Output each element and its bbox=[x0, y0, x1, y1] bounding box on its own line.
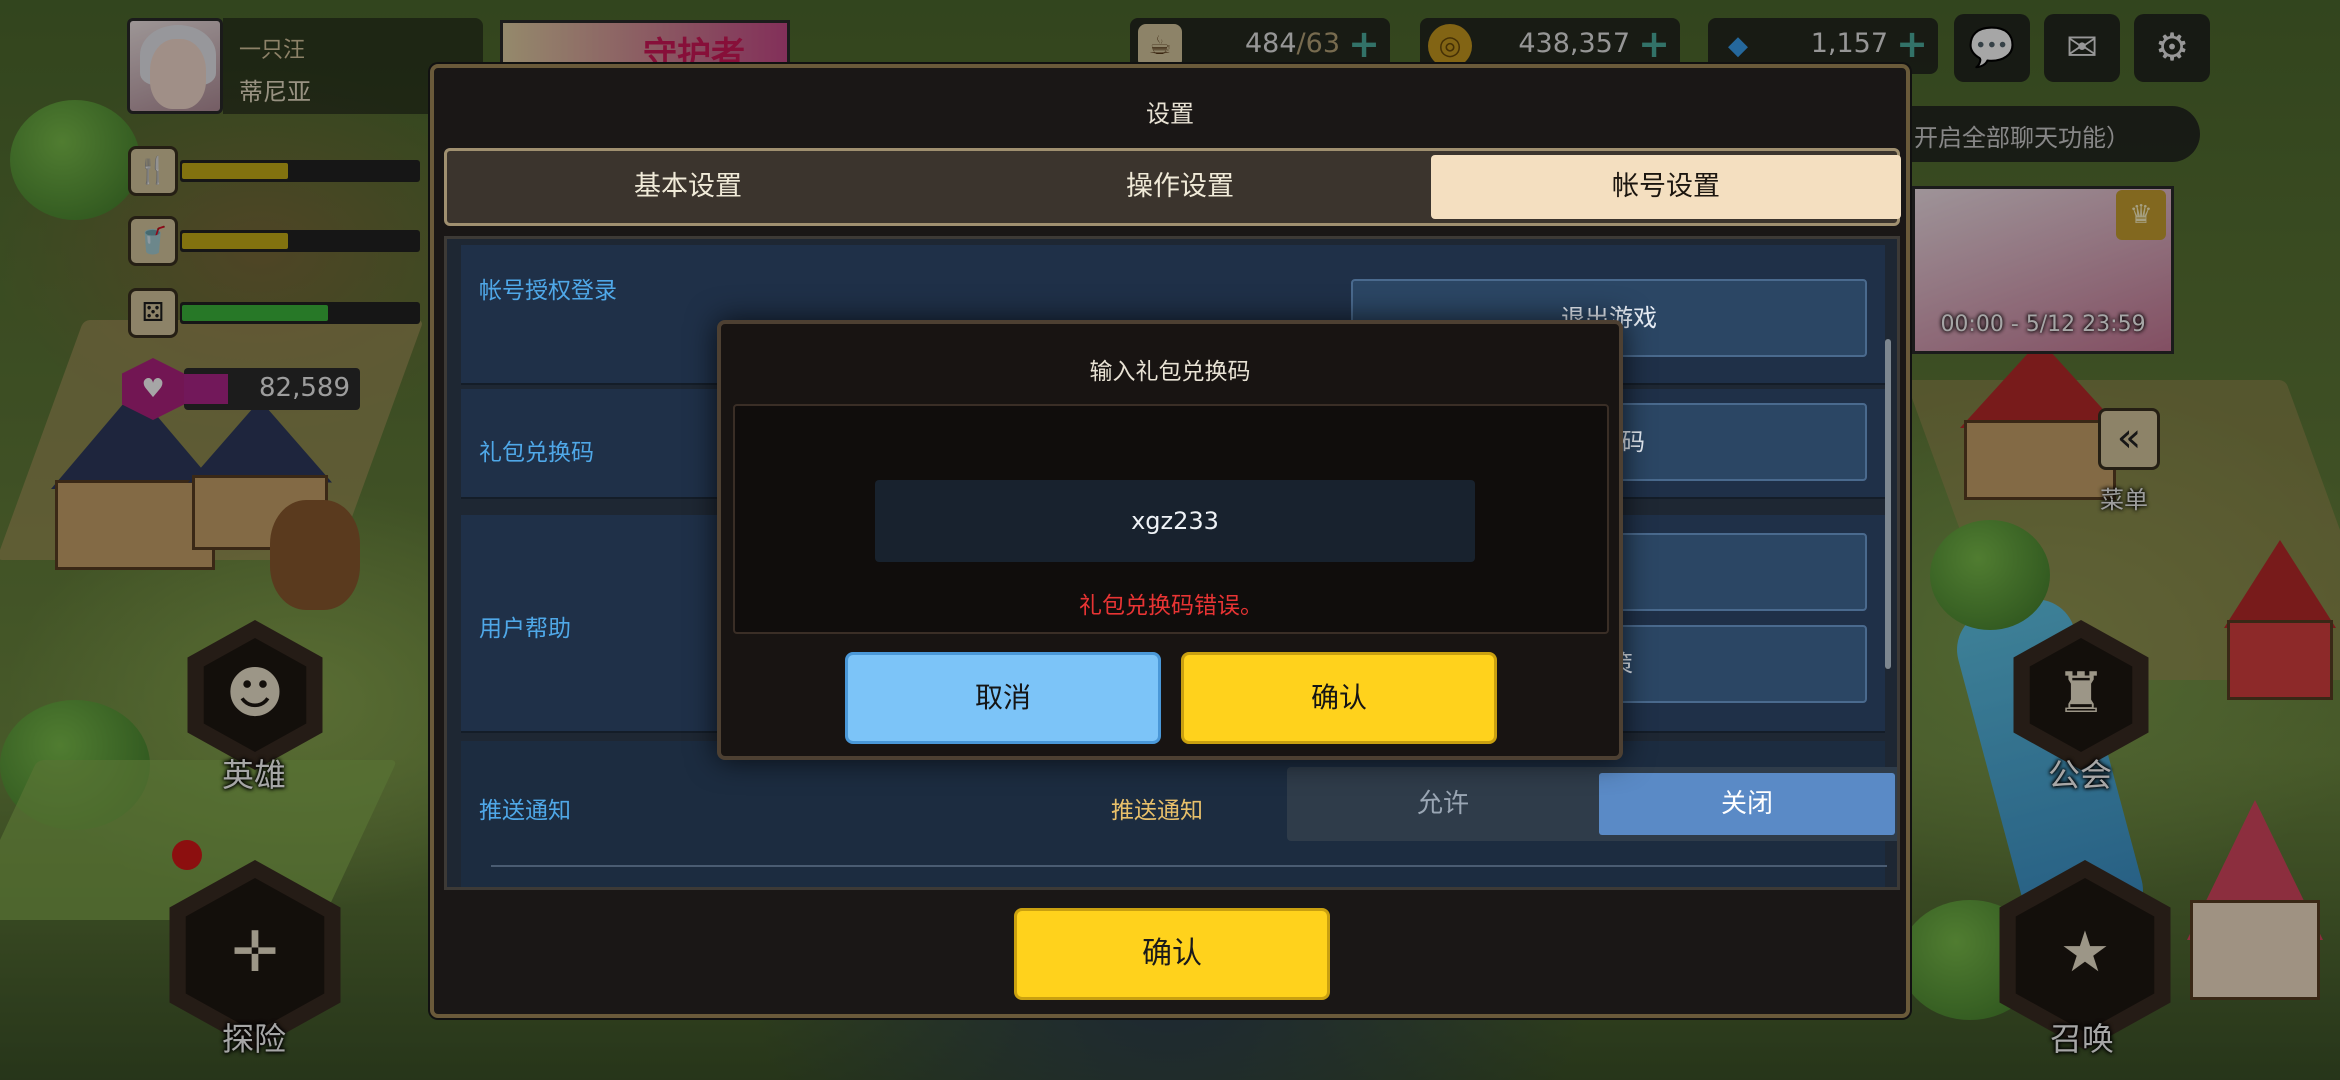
push-notification-sublabel: 推送通知 bbox=[1111, 798, 1203, 824]
push-notification-label: 推送通知 bbox=[479, 798, 571, 824]
push-deny-option[interactable]: 关闭 bbox=[1599, 773, 1895, 835]
dialog-body: 礼包兑换码错误。 bbox=[733, 404, 1609, 634]
settings-scrollbar[interactable] bbox=[1885, 339, 1891, 669]
error-message: 礼包兑换码错误。 bbox=[1079, 593, 1263, 619]
settings-confirm-button[interactable]: 确认 bbox=[1014, 908, 1330, 1000]
section-divider bbox=[491, 865, 1887, 867]
push-toggle: 允许 关闭 bbox=[1287, 767, 1897, 841]
push-notification-section: 推送通知 推送通知 允许 关闭 bbox=[461, 741, 1897, 887]
gift-code-input[interactable] bbox=[875, 480, 1475, 562]
redeem-code-dialog: 输入礼包兑换码 礼包兑换码错误。 取消 确认 bbox=[717, 320, 1623, 760]
gift-code-label: 礼包兑换码 bbox=[479, 440, 594, 466]
cancel-button[interactable]: 取消 bbox=[845, 652, 1161, 744]
push-allow-option[interactable]: 允许 bbox=[1295, 773, 1591, 835]
settings-title: 设置 bbox=[1146, 100, 1194, 128]
tab-account-settings[interactable]: 帐号设置 bbox=[1431, 155, 1901, 219]
dialog-title: 输入礼包兑换码 bbox=[1089, 359, 1251, 385]
tab-control-settings[interactable]: 操作设置 bbox=[945, 155, 1415, 219]
confirm-button[interactable]: 确认 bbox=[1181, 652, 1497, 744]
settings-tabs: 基本设置 操作设置 帐号设置 bbox=[444, 148, 1901, 226]
account-login-label: 帐号授权登录 bbox=[479, 278, 617, 304]
tab-basic-settings[interactable]: 基本设置 bbox=[453, 155, 923, 219]
user-help-label: 用户帮助 bbox=[479, 616, 571, 642]
